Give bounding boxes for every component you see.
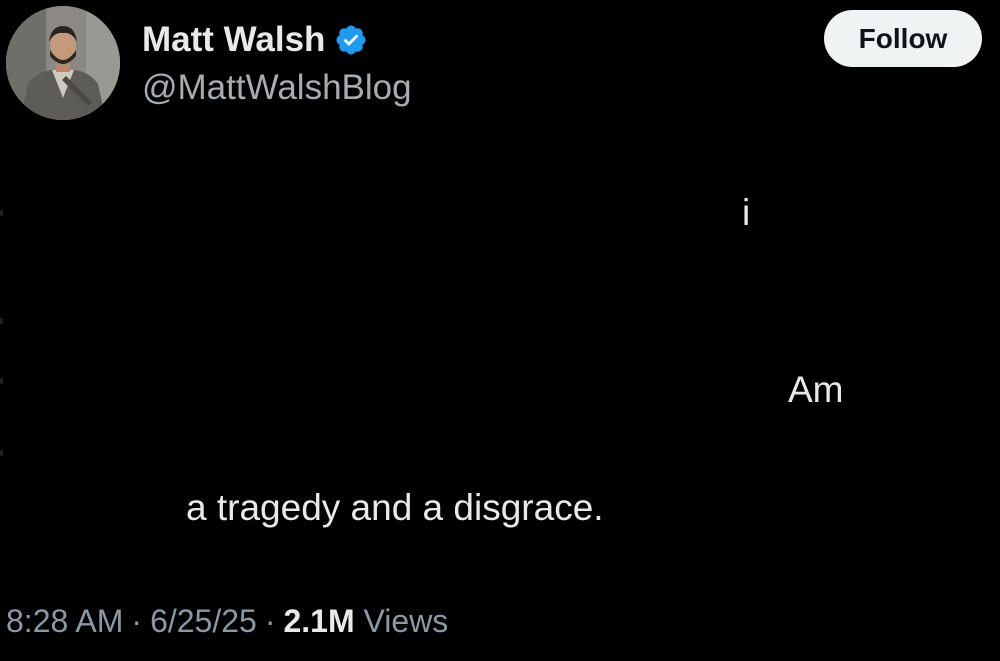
edge-artifact [0,210,3,216]
tweet-card: Matt Walsh @MattWalshBlog Follow i Am a … [0,0,1000,661]
author-handle[interactable]: @MattWalshBlog [142,66,412,110]
edge-artifact [0,378,3,384]
tweet-time[interactable]: 8:28 AM [6,603,123,639]
follow-button[interactable]: Follow [824,10,982,67]
verified-badge-icon [334,23,368,57]
meta-separator: · [131,603,143,639]
meta-separator: · [264,603,276,639]
tweet-date[interactable]: 6/25/25 [150,603,257,639]
tweet-text-fragment: a tragedy and a disgrace. [186,487,604,528]
edge-artifact [0,318,3,324]
display-name[interactable]: Matt Walsh [142,18,325,62]
edge-artifact [0,450,3,456]
views-label: Views [363,603,449,639]
tweet-text-fragment: Am [788,369,844,410]
tweet-text-fragment: i [742,192,751,233]
profile-photo-icon [6,6,120,120]
tweet-meta: 8:28 AM · 6/25/25 · 2.1M Views [6,599,448,643]
avatar[interactable] [6,6,120,120]
author-name-row: Matt Walsh [142,18,368,62]
views-count[interactable]: 2.1M [283,603,354,639]
